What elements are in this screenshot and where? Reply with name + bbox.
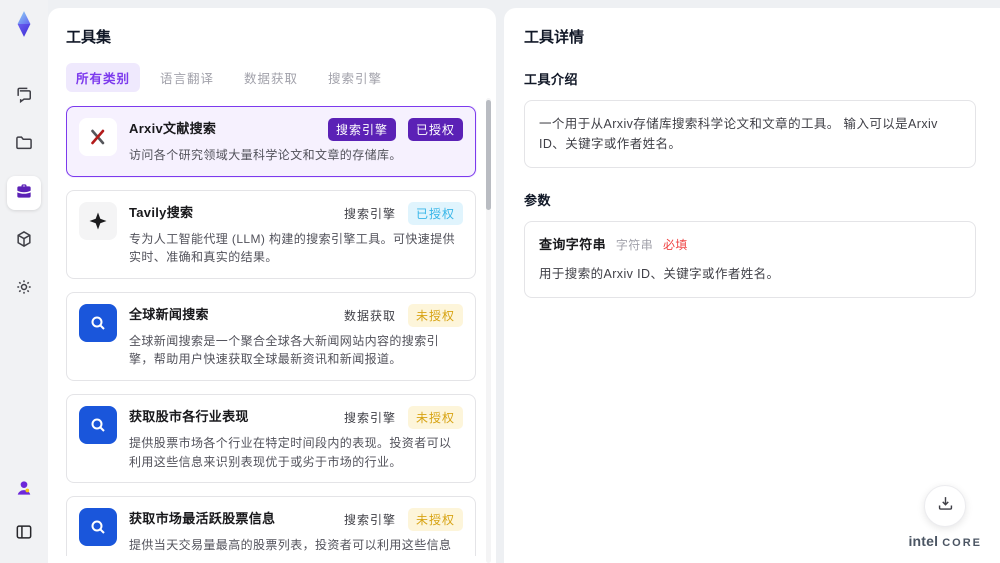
download-button[interactable] (924, 485, 967, 527)
page-title: 工具集 (66, 29, 112, 46)
tab-search-engine[interactable]: 搜索引擎 (318, 63, 392, 92)
tool-description: 专为人工智能代理 (LLM) 构建的搜索引擎工具。可快速提供实时、准确和真实的结… (129, 231, 456, 265)
user-avatar[interactable] (7, 473, 41, 507)
tool-description: 提供股票市场各个行业在特定时间段内的表现。投资者可以利用这些信息来识别表现优于或… (129, 435, 452, 469)
folder-icon (14, 133, 34, 158)
intro-section-title: 工具介绍 (524, 72, 579, 87)
tool-description: 全球新闻搜索是一个聚合全球各大新闻网站内容的搜索引擎，帮助用户快速获取全球最新资… (129, 333, 440, 367)
param-header: 查询字符串 字符串 必填 (539, 235, 961, 256)
chat-icon (14, 85, 34, 110)
category-badge: 搜索引擎 (327, 118, 396, 141)
tool-card-global-news[interactable]: 全球新闻搜索 数据获取 未授权 全球新闻搜索是一个聚合全球各大新闻网站内容的搜索… (66, 291, 476, 381)
tool-title: Arxiv文献搜索 (129, 121, 217, 136)
collapse-panel-button[interactable] (7, 517, 41, 551)
panel-toggle-icon (14, 522, 34, 547)
tool-card-arxiv[interactable]: Arxiv文献搜索 搜索引擎 已授权 访问各个研究领域大量科学论文和文章的存储库… (66, 106, 476, 177)
tab-all-categories[interactable]: 所有类别 (66, 63, 141, 92)
tool-card-sector-performance[interactable]: 获取股市各行业表现 搜索引擎 未授权 提供股票市场各个行业在特定时间段内的表现。… (66, 393, 476, 484)
intro-box: 一个用于从Arxiv存储库搜索科学论文和文章的工具。 输入可以是Arxiv ID… (524, 100, 976, 168)
intel-core-logo: intel CORE (908, 533, 982, 549)
toolbox-icon (14, 181, 34, 206)
tool-description: 访问各个研究领域大量科学论文和文章的存储库。 (129, 148, 402, 162)
tool-title: 全球新闻搜索 (129, 306, 209, 322)
category-tabs: 所有类别 语言翻译 数据获取 搜索引擎 (66, 63, 490, 92)
left-rail (0, 0, 48, 563)
param-type: 字符串 (615, 238, 654, 252)
app-logo-icon[interactable] (10, 10, 38, 38)
sidebar-item-settings[interactable] (7, 272, 41, 306)
core-wordmark: CORE (942, 537, 982, 549)
params-section-title: 参数 (524, 193, 552, 208)
intro-text: 一个用于从Arxiv存储库搜索科学论文和文章的工具。 输入可以是Arxiv ID… (539, 117, 938, 151)
category-label: 搜索引擎 (343, 410, 396, 425)
sidebar-item-files[interactable] (7, 128, 41, 162)
status-badge: 已授权 (407, 201, 463, 225)
sidebar-item-tools[interactable] (7, 176, 41, 210)
tab-data-fetch[interactable]: 数据获取 (234, 63, 308, 92)
tool-details-panel: 工具详情 工具介绍 一个用于从Arxiv存储库搜索科学论文和文章的工具。 输入可… (504, 8, 1000, 563)
news-search-icon (79, 303, 117, 342)
param-name: 查询字符串 (539, 237, 607, 252)
download-icon (936, 494, 955, 518)
tool-card-tavily[interactable]: Tavily搜索 搜索引擎 已授权 专为人工智能代理 (LLM) 构建的搜索引擎… (66, 189, 476, 279)
tavily-star-icon (79, 201, 117, 240)
avatar-icon (14, 478, 34, 503)
sidebar-item-chat[interactable] (7, 80, 41, 114)
status-badge: 未授权 (407, 405, 463, 429)
status-badge: 未授权 (407, 303, 463, 327)
status-badge: 未授权 (407, 508, 463, 532)
workspace: 工具集 所有类别 语言翻译 数据获取 搜索引擎 Arxiv文献搜索 搜索引擎 已… (48, 0, 1000, 563)
cube-icon (14, 229, 34, 254)
tool-description: 提供当天交易量最高的股票列表，投资者可以利用这些信息来识别流动性强的股票和潜在的… (129, 538, 452, 553)
status-badge: 已授权 (407, 118, 463, 141)
intel-wordmark: intel (908, 533, 939, 549)
tool-list: Arxiv文献搜索 搜索引擎 已授权 访问各个研究领域大量科学论文和文章的存储库… (66, 106, 490, 556)
gear-icon (14, 277, 34, 302)
tools-panel: 工具集 所有类别 语言翻译 数据获取 搜索引擎 Arxiv文献搜索 搜索引擎 已… (48, 8, 496, 563)
tab-language-translation[interactable]: 语言翻译 (150, 63, 224, 92)
sidebar-item-models[interactable] (7, 224, 41, 258)
corner-widgets: intel CORE (908, 485, 982, 549)
arxiv-logo-icon (79, 118, 117, 156)
param-box: 查询字符串 字符串 必填 用于搜索的Arxiv ID、关键字或作者姓名。 (524, 221, 976, 298)
stock-search-icon (79, 405, 117, 444)
scrollbar-thumb[interactable] (486, 100, 491, 210)
stock-search-icon (79, 508, 117, 547)
param-required-badge: 必填 (662, 238, 688, 252)
param-description: 用于搜索的Arxiv ID、关键字或作者姓名。 (539, 266, 780, 281)
details-title: 工具详情 (524, 29, 585, 46)
tool-card-most-active-stocks[interactable]: 获取市场最活跃股票信息 搜索引擎 未授权 提供当天交易量最高的股票列表，投资者可… (66, 496, 476, 556)
tool-title: 获取股市各行业表现 (129, 408, 249, 424)
list-scrollbar[interactable] (486, 98, 491, 563)
category-label: 搜索引擎 (343, 513, 396, 528)
category-label: 搜索引擎 (343, 206, 396, 221)
category-label: 数据获取 (343, 308, 396, 323)
tool-title: 获取市场最活跃股票信息 (129, 511, 276, 527)
tool-title: Tavily搜索 (129, 204, 194, 220)
